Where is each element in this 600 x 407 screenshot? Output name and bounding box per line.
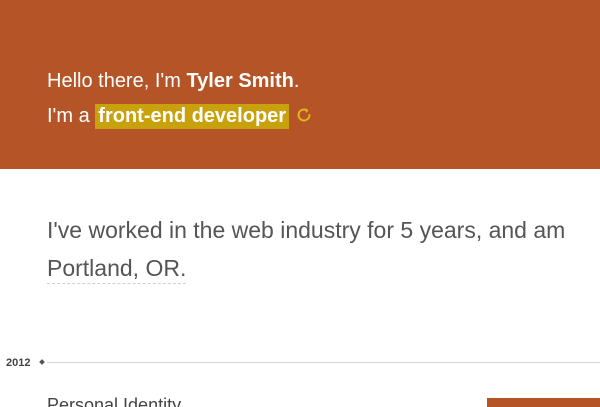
portfolio-page: Hello there, I'm Tyler Smith. I'm a fron… [0, 0, 600, 407]
hero-banner: Hello there, I'm Tyler Smith. I'm a fron… [0, 0, 600, 169]
role-prefix: I'm a [47, 105, 96, 127]
greeting-prefix: Hello there, I'm [47, 70, 187, 92]
timeline-year: 2012 [6, 357, 31, 369]
timeline-divider [47, 362, 600, 363]
hero-greeting: Hello there, I'm Tyler Smith. [47, 69, 299, 93]
intro-paragraph: I've worked in the web industry for 5 ye… [47, 211, 600, 287]
intro-text: I've worked in the web industry for 5 ye… [47, 217, 566, 243]
greeting-suffix: . [293, 70, 300, 92]
location-link[interactable]: Portland, OR. [47, 253, 187, 284]
project-title[interactable]: Personal Identity [47, 394, 181, 407]
timeline-marker [39, 359, 45, 365]
role-highlight: front-end developer [95, 104, 290, 129]
refresh-icon[interactable] [295, 106, 313, 124]
project-thumbnail[interactable] [487, 398, 600, 407]
hero-role-line: I'm a front-end developer [47, 104, 313, 129]
hero-name: Tyler Smith [186, 70, 294, 92]
